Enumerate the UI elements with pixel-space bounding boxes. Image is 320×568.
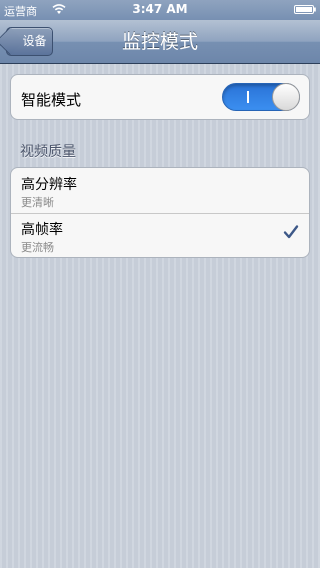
smart-mode-toggle[interactable] (222, 83, 300, 111)
option-subtitle: 更流畅 (21, 241, 54, 254)
status-time: 3:47 AM (132, 2, 188, 16)
option-title: 高分辨率 (21, 177, 77, 193)
smart-mode-label: 智能模式 (21, 91, 82, 109)
back-button-label: 设备 (22, 34, 47, 48)
option-high-resolution[interactable]: 高分辨率 更清晰 (11, 168, 309, 214)
checkmark-icon (283, 225, 299, 239)
option-subtitle: 更清晰 (21, 196, 54, 209)
status-bar: 运营商 3:47 AM (0, 0, 320, 20)
back-button[interactable]: 设备 (6, 27, 53, 56)
video-quality-header: 视频质量 (20, 144, 76, 160)
toggle-on-indicator (247, 91, 249, 103)
navigation-bar: 监控模式 设备 (0, 20, 320, 64)
battery-icon (294, 5, 316, 14)
smart-mode-group: 智能模式 (10, 74, 310, 120)
toggle-knob (272, 83, 300, 111)
video-quality-group: 高分辨率 更清晰 高帧率 更流畅 (10, 167, 310, 258)
option-title: 高帧率 (21, 222, 63, 238)
option-high-framerate[interactable]: 高帧率 更流畅 (11, 213, 309, 257)
